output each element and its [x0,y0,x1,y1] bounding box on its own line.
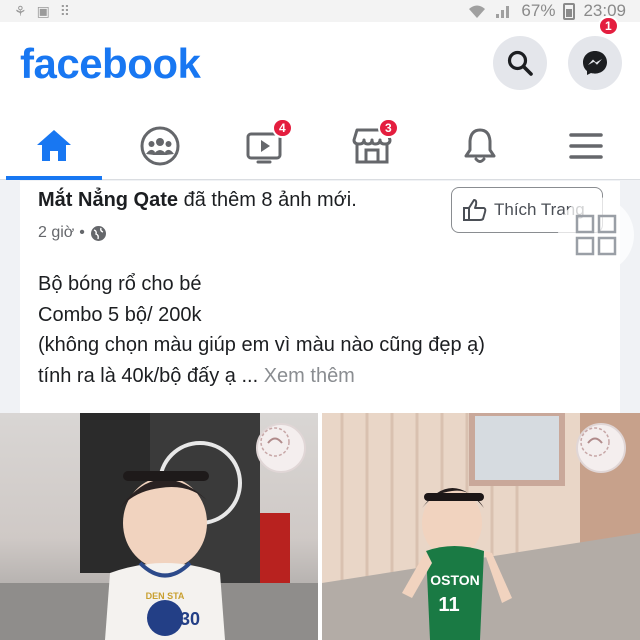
messenger-badge: 1 [598,16,619,36]
messenger-button[interactable] [568,36,622,90]
menu-icon [569,133,603,159]
post-line-last: tính ra là 40k/bộ đấy ạ ... Xem thêm [38,361,608,392]
see-more-link[interactable]: Xem thêm [264,365,355,387]
home-icon [37,130,71,161]
globe-icon [90,225,106,241]
nav-tabs [0,112,640,180]
search-button[interactable] [493,36,547,90]
meta-separator: • [79,224,85,241]
bell-icon [464,128,496,163]
facebook-logo[interactable]: facebook [20,40,201,88]
thumbs-up-icon [463,199,487,221]
active-tab-indicator [6,176,102,180]
groups-icon [140,126,180,166]
status-bar: ⚘ ▣ ⠿ 67% 23:09 [0,0,640,22]
post-action: đã thêm 8 ảnh mới. [183,189,357,211]
app-icon: ▣ [36,2,50,19]
shop-watermark [256,423,306,473]
tab-menu[interactable] [546,112,626,180]
news-feed: Mắt Nẳng Qate đã thêm 8 ảnh mới. 2 giờ •… [0,181,640,640]
grid-view-overlay[interactable] [558,197,634,273]
photo-2-jersey-number: 11 [438,594,459,616]
photo-1-jersey-text: DEN STA [146,591,185,601]
post-photo-1[interactable]: DEN STA 30 [0,413,318,640]
status-left: ⚘ ▣ ⠿ [14,0,70,22]
post-line: Bộ bóng rổ cho bé [38,273,202,295]
battery-percent: 67% [521,1,556,20]
post-line: Combo 5 bộ/ 200k [38,303,202,326]
post-time[interactable]: 2 giờ [38,224,74,242]
grid-icon [575,214,617,256]
watermark-icon [260,427,290,457]
post-header: Mắt Nẳng Qate đã thêm 8 ảnh mới. [38,189,357,212]
wifi-icon [469,5,486,18]
photo-1-jersey-number: 30 [180,609,200,629]
post-meta: 2 giờ • [38,224,107,242]
tab-groups[interactable] [120,112,200,180]
watch-badge: 4 [272,118,293,138]
marketplace-badge: 3 [378,118,399,138]
shop-watermark [576,423,626,473]
messenger-icon [583,51,607,75]
battery-icon [563,2,576,20]
search-icon [507,50,533,76]
tab-notifications[interactable] [440,112,520,180]
photo-2-jersey-text: OSTON [430,572,480,588]
app-header: facebook [0,22,640,112]
notification-icon: ⚘ [14,2,27,19]
post-author[interactable]: Mắt Nẳng Qate [38,189,178,211]
post-line: (không chọn màu giúp em vì màu nào cũng … [38,334,485,356]
tab-home[interactable] [14,112,94,180]
tab-watch[interactable] [226,112,306,180]
watermark-icon [580,427,610,457]
signal-icon [496,6,510,18]
post-text: Bộ bóng rổ cho bé Combo 5 bộ/ 200k (khôn… [38,269,608,391]
tab-marketplace[interactable] [332,112,412,180]
post-line: tính ra là 40k/bộ đấy ạ ... [38,364,259,387]
post-card: Mắt Nẳng Qate đã thêm 8 ảnh mới. 2 giờ •… [0,181,640,640]
post-photo-2[interactable]: OSTON 11 [322,413,640,640]
dots-icon: ⠿ [59,2,71,19]
